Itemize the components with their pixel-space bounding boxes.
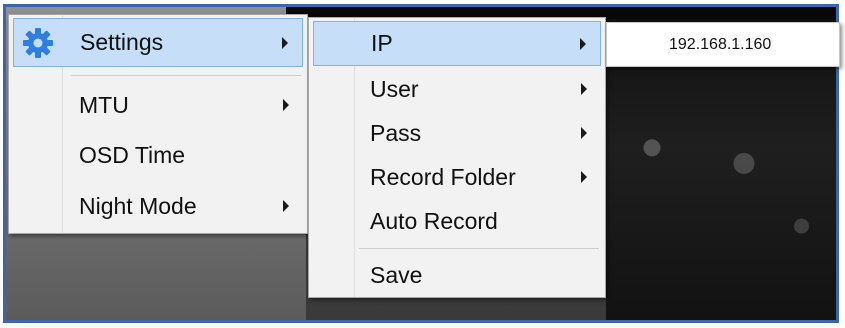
menu-item-osd-time-label: OSD Time [79,141,186,168]
menu-item-record-folder[interactable]: Record Folder [313,156,601,198]
menu-item-osd-time[interactable]: OSD Time [13,132,303,178]
chevron-right-icon [581,127,587,139]
settings-submenu: IP User Pass Record Folder Auto Record S… [308,17,606,298]
menu-item-pass-label: Pass [370,119,422,146]
chevron-right-icon [283,200,289,212]
menu-separator [71,75,301,76]
menu-item-ip[interactable]: IP [313,21,601,66]
menu-item-save-label: Save [370,261,423,288]
chevron-right-icon [282,36,288,49]
menu-item-mtu[interactable]: MTU [13,82,303,128]
menu-item-night-mode-label: Night Mode [79,192,197,219]
menu-item-user-label: User [370,75,419,102]
ip-address-value[interactable]: 192.168.1.160 [669,23,771,66]
menu-item-auto-record[interactable]: Auto Record [313,200,601,242]
menu-item-pass[interactable]: Pass [313,112,601,154]
menu-item-settings[interactable]: Settings [13,18,303,67]
chevron-right-icon [580,37,586,50]
chevron-right-icon [581,83,587,95]
menu-item-night-mode[interactable]: Night Mode [13,183,303,229]
menu-item-ip-label: IP [371,30,393,56]
menu-item-record-folder-label: Record Folder [370,163,516,190]
chevron-right-icon [283,99,289,111]
menu-separator [359,248,599,249]
menu-item-user[interactable]: User [313,68,601,110]
gear-icon [23,27,53,58]
menu-item-settings-label: Settings [80,29,164,55]
menu-item-save[interactable]: Save [313,254,601,296]
context-menu-main: Settings MTU OSD Time Night Mode [8,14,308,234]
chevron-right-icon [581,171,587,183]
menu-item-auto-record-label: Auto Record [370,207,498,234]
ip-submenu: 192.168.1.160 [606,22,840,67]
menu-item-mtu-label: MTU [79,91,129,118]
